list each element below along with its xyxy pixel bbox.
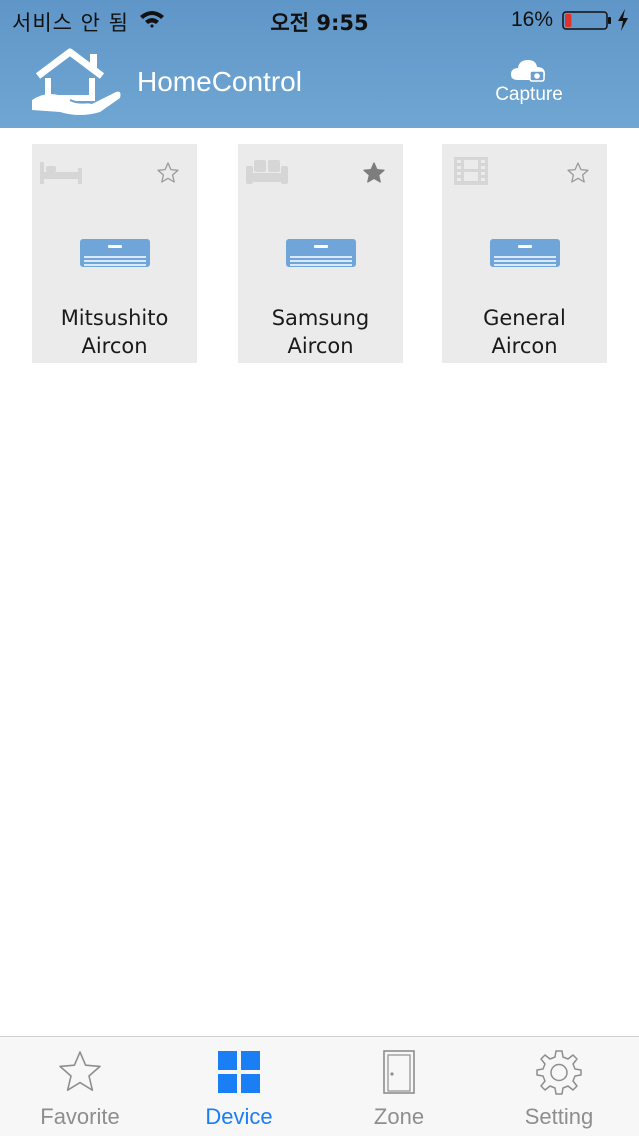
tab-zone[interactable]: Zone [319, 1037, 479, 1136]
device-card-general-aircon[interactable]: General Aircon [442, 144, 607, 363]
app-header: 서비스 안 됨 오전 9:55 16% HomeControl Capture [0, 0, 639, 128]
tab-favorite[interactable]: Favorite [0, 1037, 160, 1136]
tab-device[interactable]: Device [159, 1037, 319, 1136]
home-hand-logo-icon [32, 48, 121, 115]
aircon-icon [80, 239, 150, 267]
device-name-line1: General [483, 306, 566, 330]
star-icon [59, 1051, 101, 1091]
favorite-star-icon[interactable] [156, 161, 180, 185]
sofa-icon [246, 160, 288, 184]
charging-bolt-icon [618, 9, 628, 31]
tab-label: Zone [373, 1104, 425, 1129]
battery-percent: 16% [511, 8, 554, 31]
capture-label: Capture [495, 84, 563, 105]
device-name-line1: Mitsushito [60, 306, 169, 330]
device-card-mitsushito-aircon[interactable]: Mitsushito Aircon [32, 144, 197, 363]
cloud-camera-icon [510, 60, 545, 82]
capture-button[interactable]: Capture [486, 58, 572, 114]
device-name-line2: Aircon [287, 334, 354, 358]
device-name-line2: Aircon [81, 334, 148, 358]
bed-icon [40, 162, 82, 184]
device-name: General Aircon [442, 304, 607, 360]
favorite-star-icon[interactable] [566, 161, 590, 185]
film-icon [454, 157, 488, 185]
battery-icon [562, 11, 611, 30]
tab-label: Favorite [40, 1104, 120, 1129]
grid-icon [218, 1051, 260, 1093]
app-title: HomeControl [137, 66, 302, 97]
device-name: Samsung Aircon [238, 304, 403, 360]
gear-icon [536, 1050, 582, 1095]
door-icon [383, 1050, 415, 1094]
device-name-line2: Aircon [491, 334, 558, 358]
tab-label: Device [205, 1104, 273, 1129]
favorite-star-icon[interactable] [362, 161, 386, 185]
device-name: Mitsushito Aircon [32, 304, 197, 360]
aircon-icon [286, 239, 356, 267]
aircon-icon [490, 239, 560, 267]
device-card-samsung-aircon[interactable]: Samsung Aircon [238, 144, 403, 363]
tab-label: Setting [524, 1104, 594, 1129]
status-bar: 서비스 안 됨 오전 9:55 16% [0, 0, 639, 40]
tab-bar: Favorite Device Zone Setting [0, 1036, 639, 1136]
tab-setting[interactable]: Setting [479, 1037, 639, 1136]
device-name-line1: Samsung [271, 306, 370, 330]
